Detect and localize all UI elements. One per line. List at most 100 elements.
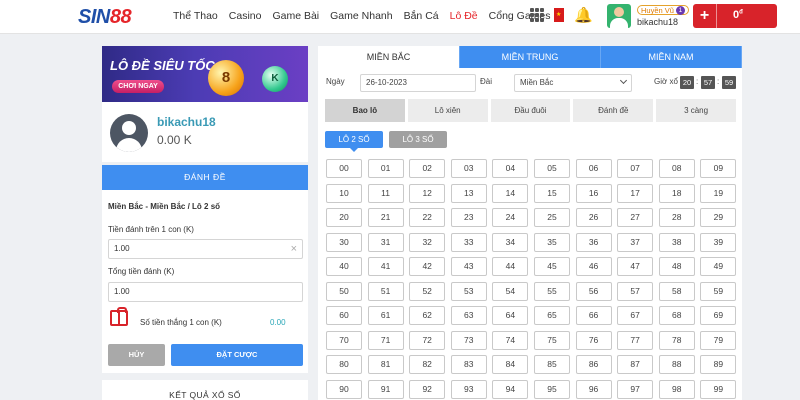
number-cell[interactable]: 08: [658, 159, 695, 178]
vietnam-flag-icon[interactable]: [554, 8, 564, 22]
number-cell[interactable]: 65: [533, 306, 570, 325]
nav-ban-ca[interactable]: Bắn Cá: [404, 10, 439, 22]
station-select[interactable]: Miền Bắc: [514, 74, 632, 92]
number-cell[interactable]: 30: [326, 232, 362, 252]
number-cell[interactable]: 36: [575, 232, 612, 252]
number-cell[interactable]: 98: [658, 379, 695, 399]
number-cell[interactable]: 23: [450, 208, 487, 227]
number-cell[interactable]: 17: [617, 183, 654, 203]
number-cell[interactable]: 88: [658, 355, 695, 374]
number-cell[interactable]: 43: [450, 257, 487, 276]
number-cell[interactable]: 02: [409, 159, 446, 178]
tab-danh-de[interactable]: Đánh đề: [573, 99, 654, 122]
tab-mien-trung[interactable]: MIỀN TRUNG: [460, 46, 601, 68]
plus-icon[interactable]: +: [693, 4, 717, 28]
number-cell[interactable]: 45: [533, 257, 570, 276]
number-cell[interactable]: 68: [658, 306, 695, 325]
number-cell[interactable]: 46: [575, 257, 612, 276]
date-picker[interactable]: 26-10-2023: [360, 74, 476, 92]
number-cell[interactable]: 99: [700, 379, 737, 399]
number-cell[interactable]: 20: [326, 208, 362, 227]
number-cell[interactable]: 70: [326, 330, 362, 350]
total-input[interactable]: 1.00: [108, 282, 303, 302]
number-cell[interactable]: 74: [492, 330, 529, 350]
number-cell[interactable]: 35: [533, 232, 570, 252]
number-cell[interactable]: 54: [492, 281, 529, 301]
number-cell[interactable]: 19: [700, 183, 737, 203]
number-cell[interactable]: 29: [700, 208, 737, 227]
nav-game-bai[interactable]: Game Bài: [272, 10, 319, 22]
number-cell[interactable]: 77: [617, 330, 654, 350]
number-cell[interactable]: 26: [575, 208, 612, 227]
number-cell[interactable]: 07: [617, 159, 654, 178]
number-cell[interactable]: 67: [617, 306, 654, 325]
number-cell[interactable]: 52: [409, 281, 446, 301]
number-cell[interactable]: 16: [575, 183, 612, 203]
place-bet-button[interactable]: ĐẶT CƯỢC: [171, 344, 303, 366]
number-cell[interactable]: 69: [700, 306, 737, 325]
number-cell[interactable]: 91: [367, 379, 404, 399]
number-cell[interactable]: 25: [533, 208, 570, 227]
nav-game-nhanh[interactable]: Game Nhanh: [330, 10, 392, 22]
number-cell[interactable]: 75: [533, 330, 570, 350]
number-cell[interactable]: 83: [450, 355, 487, 374]
number-cell[interactable]: 73: [450, 330, 487, 350]
number-cell[interactable]: 03: [450, 159, 487, 178]
tab-lo-2-so[interactable]: LÔ 2 SỐ: [325, 131, 383, 152]
number-cell[interactable]: 01: [367, 159, 404, 178]
number-cell[interactable]: 97: [617, 379, 654, 399]
number-cell[interactable]: 00: [326, 159, 362, 178]
number-cell[interactable]: 24: [492, 208, 529, 227]
clear-icon[interactable]: ×: [291, 240, 297, 258]
user-avatar[interactable]: [607, 4, 631, 28]
number-cell[interactable]: 61: [367, 306, 404, 325]
number-cell[interactable]: 32: [409, 232, 446, 252]
number-cell[interactable]: 12: [409, 183, 446, 203]
tab-mien-bac[interactable]: MIỀN BẮC: [318, 46, 460, 68]
number-cell[interactable]: 53: [450, 281, 487, 301]
number-cell[interactable]: 42: [409, 257, 446, 276]
number-cell[interactable]: 39: [700, 232, 737, 252]
number-cell[interactable]: 40: [326, 257, 362, 276]
cancel-button[interactable]: HỦY: [108, 344, 165, 366]
number-cell[interactable]: 89: [700, 355, 737, 374]
number-cell[interactable]: 34: [492, 232, 529, 252]
number-cell[interactable]: 94: [492, 379, 529, 399]
number-cell[interactable]: 09: [700, 159, 737, 178]
number-cell[interactable]: 84: [492, 355, 529, 374]
number-cell[interactable]: 05: [533, 159, 570, 178]
number-cell[interactable]: 72: [409, 330, 446, 350]
number-cell[interactable]: 79: [700, 330, 737, 350]
user-box[interactable]: Huyền Vũ 1 bikachu18: [607, 4, 689, 28]
number-cell[interactable]: 38: [658, 232, 695, 252]
number-cell[interactable]: 04: [492, 159, 529, 178]
number-cell[interactable]: 13: [450, 183, 487, 203]
number-cell[interactable]: 14: [492, 183, 529, 203]
tab-bao-lo[interactable]: Bao lô: [325, 99, 405, 122]
number-cell[interactable]: 55: [533, 281, 570, 301]
number-cell[interactable]: 27: [617, 208, 654, 227]
number-cell[interactable]: 10: [326, 183, 362, 203]
number-cell[interactable]: 81: [367, 355, 404, 374]
number-cell[interactable]: 78: [658, 330, 695, 350]
number-cell[interactable]: 66: [575, 306, 612, 325]
number-cell[interactable]: 71: [367, 330, 404, 350]
number-cell[interactable]: 90: [326, 379, 362, 399]
nav-casino[interactable]: Casino: [229, 10, 262, 22]
stake-input[interactable]: 1.00 ×: [108, 239, 303, 259]
number-cell[interactable]: 92: [409, 379, 446, 399]
number-cell[interactable]: 95: [533, 379, 570, 399]
number-cell[interactable]: 50: [326, 281, 362, 301]
number-cell[interactable]: 56: [575, 281, 612, 301]
number-cell[interactable]: 11: [367, 183, 404, 203]
number-cell[interactable]: 22: [409, 208, 446, 227]
number-cell[interactable]: 48: [658, 257, 695, 276]
number-cell[interactable]: 18: [658, 183, 695, 203]
tab-dau-duoi[interactable]: Đầu đuôi: [490, 99, 571, 122]
nav-lo-de[interactable]: Lô Đề: [450, 10, 478, 22]
number-cell[interactable]: 62: [409, 306, 446, 325]
number-cell[interactable]: 47: [617, 257, 654, 276]
tab-lo-xien[interactable]: Lô xiên: [407, 99, 488, 122]
number-cell[interactable]: 93: [450, 379, 487, 399]
number-cell[interactable]: 31: [367, 232, 404, 252]
